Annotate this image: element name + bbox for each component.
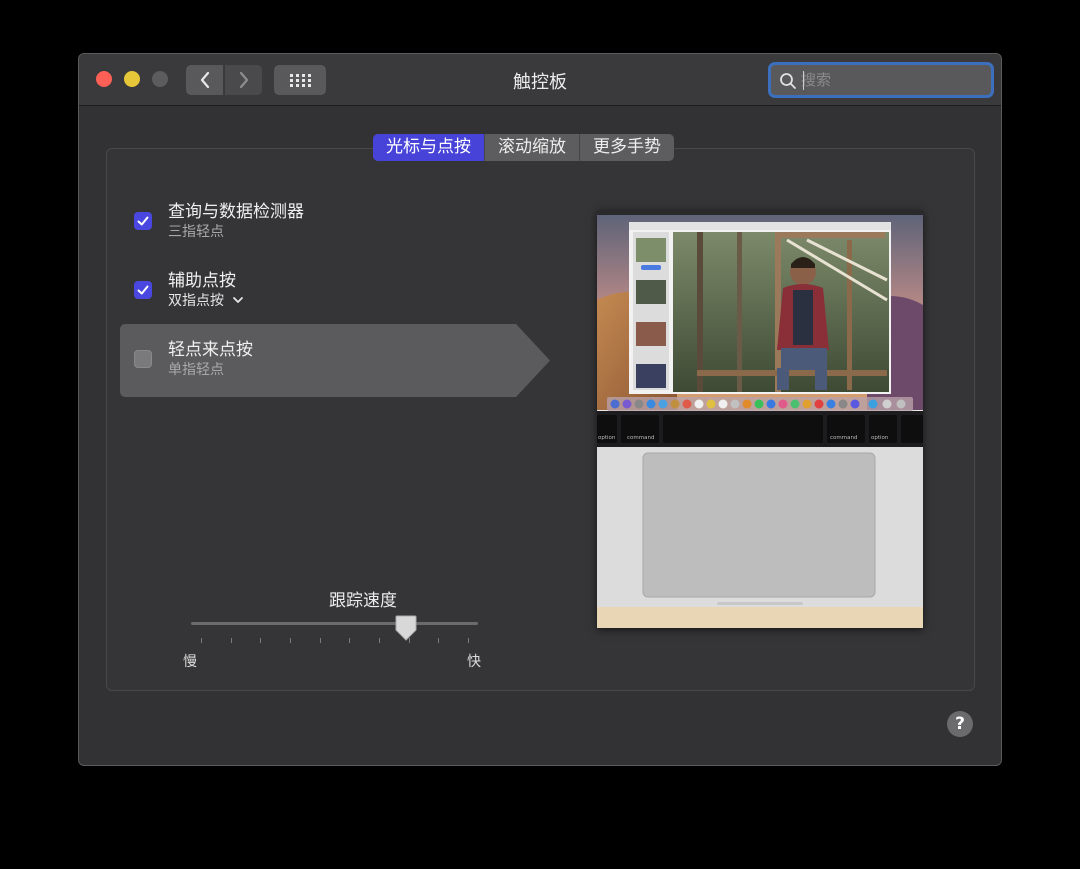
checkmark-icon bbox=[137, 285, 149, 295]
secondary-click-title: 辅助点按 bbox=[168, 271, 236, 291]
tap-to-click-checkbox[interactable] bbox=[134, 350, 152, 368]
preview-key-option-left: option bbox=[598, 435, 616, 441]
tracking-speed-tick bbox=[290, 638, 291, 643]
preferences-window: 触控板 光标与点按 滚动缩放 更多手势 查询与数据检测器 三指轻点 辅助点按 bbox=[78, 53, 1002, 766]
tracking-speed-label: 跟踪速度 bbox=[329, 591, 397, 611]
tracking-speed-tick bbox=[379, 638, 380, 643]
secondary-click-checkbox[interactable] bbox=[134, 281, 152, 299]
secondary-click-value: 双指点按 bbox=[168, 293, 224, 309]
macbook-preview-illustration: option command command option bbox=[597, 210, 923, 628]
lookup-title: 查询与数据检测器 bbox=[168, 202, 304, 222]
tracking-speed-tick bbox=[201, 638, 202, 643]
secondary-click-dropdown[interactable]: 双指点按 bbox=[168, 290, 244, 310]
help-button[interactable]: ? bbox=[947, 711, 973, 737]
tracking-speed-tick bbox=[438, 638, 440, 643]
checkmark-icon bbox=[137, 216, 149, 226]
tab-more-gestures[interactable]: 更多手势 bbox=[580, 134, 674, 161]
tracking-speed-tick bbox=[260, 638, 262, 643]
tap-to-click-subtitle: 单指轻点 bbox=[168, 362, 224, 378]
tracking-speed-thumb[interactable] bbox=[395, 615, 417, 641]
search-input[interactable] bbox=[801, 69, 981, 91]
tab-scroll-zoom[interactable]: 滚动缩放 bbox=[485, 134, 580, 161]
preview-key-command-right: command bbox=[830, 435, 857, 441]
gesture-preview-video: option command command option bbox=[597, 210, 923, 628]
text-caret bbox=[803, 71, 804, 90]
tracking-speed-slow-label: 慢 bbox=[183, 654, 197, 670]
title-bar: 触控板 bbox=[79, 54, 1001, 106]
tab-bar: 光标与点按 滚动缩放 更多手势 bbox=[373, 134, 674, 161]
tracking-speed-fast-label: 快 bbox=[467, 654, 481, 670]
tracking-speed-tick bbox=[349, 638, 351, 643]
preview-key-command-left: command bbox=[627, 435, 654, 441]
lookup-checkbox[interactable] bbox=[134, 212, 152, 230]
tab-point-click[interactable]: 光标与点按 bbox=[373, 134, 485, 161]
chevron-down-icon bbox=[233, 297, 244, 303]
lookup-subtitle: 三指轻点 bbox=[168, 224, 224, 240]
search-field[interactable] bbox=[768, 62, 994, 98]
search-icon bbox=[780, 73, 796, 89]
tap-to-click-title: 轻点来点按 bbox=[168, 340, 253, 360]
tracking-speed-tick bbox=[230, 638, 232, 643]
tracking-speed-tick bbox=[468, 638, 469, 643]
preview-key-option-right: option bbox=[871, 435, 889, 441]
tracking-speed-track[interactable] bbox=[191, 622, 478, 625]
tracking-speed-tick bbox=[319, 638, 321, 643]
